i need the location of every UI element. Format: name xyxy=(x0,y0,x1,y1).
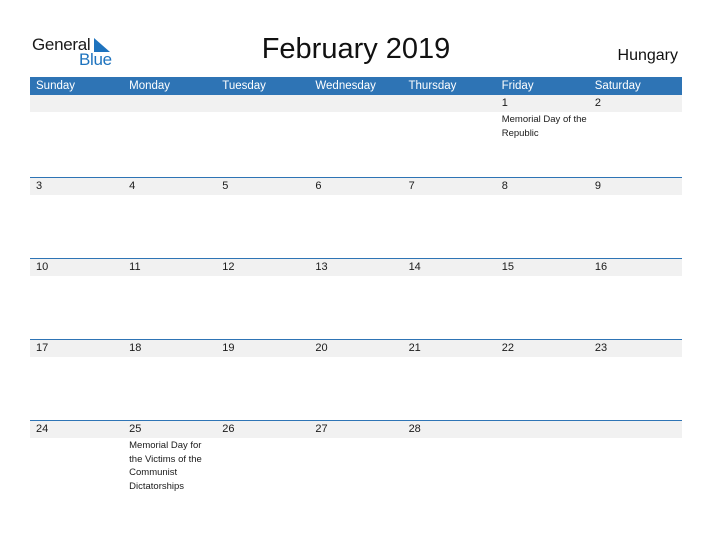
day-cell: 20 xyxy=(309,340,402,420)
day-cell: 4 xyxy=(123,178,216,258)
day-cell: 24 xyxy=(30,421,123,501)
day-cell: 5 xyxy=(216,178,309,258)
day-number: 24 xyxy=(36,423,49,435)
day-number: 4 xyxy=(129,180,136,192)
day-number: 20 xyxy=(315,342,328,354)
day-number: 22 xyxy=(501,342,514,354)
day-number: 23 xyxy=(594,342,608,354)
day-number: 14 xyxy=(408,261,421,273)
day-number: 26 xyxy=(222,423,235,435)
day-cell: 27 xyxy=(309,421,402,501)
calendar-title: February 2019 xyxy=(261,33,451,65)
weekday-sunday: Sunday xyxy=(36,80,76,92)
day-cell xyxy=(403,95,496,175)
day-cell: 22 xyxy=(496,340,589,420)
day-cell: 7 xyxy=(403,178,496,258)
weekday-saturday: Saturday xyxy=(594,80,641,92)
day-number: 12 xyxy=(222,261,235,273)
holiday-event: Memorial Day of the Republic xyxy=(501,114,587,139)
day-cell: 14 xyxy=(403,259,496,339)
day-number: 15 xyxy=(501,261,514,273)
day-cell: 15 xyxy=(496,259,589,339)
day-cell: 16 xyxy=(589,259,682,339)
weekday-header: Sunday Monday Tuesday Wednesday Thursday… xyxy=(30,77,682,95)
day-cell: 8 xyxy=(496,178,589,258)
day-number: 6 xyxy=(315,180,322,192)
week-row: 3 4 5 6 7 8 9 xyxy=(30,177,682,259)
country-label: Hungary xyxy=(617,47,678,64)
day-cell xyxy=(123,95,216,175)
day-cell xyxy=(309,95,402,175)
day-cell: 12 xyxy=(216,259,309,339)
day-cell: 6 xyxy=(309,178,402,258)
weekday-monday: Monday xyxy=(129,80,171,92)
weekday-thursday: Thursday xyxy=(408,80,457,92)
day-number: 19 xyxy=(222,342,235,354)
day-number: 9 xyxy=(594,180,601,192)
week-row: 17 18 19 20 21 22 23 xyxy=(30,339,682,421)
day-number: 17 xyxy=(36,342,49,354)
day-cell: 9 xyxy=(589,178,682,258)
day-cell: 11 xyxy=(123,259,216,339)
day-cell: 23 xyxy=(589,340,682,420)
day-number: 21 xyxy=(408,342,421,354)
day-cell: 17 xyxy=(30,340,123,420)
day-number: 11 xyxy=(129,261,141,273)
day-number: 28 xyxy=(408,423,421,435)
day-cell: 18 xyxy=(123,340,216,420)
day-cell: 21 xyxy=(403,340,496,420)
day-cell: 19 xyxy=(216,340,309,420)
day-number: 3 xyxy=(36,180,43,192)
day-cell xyxy=(30,95,123,175)
weekday-wednesday: Wednesday xyxy=(315,80,376,92)
week-row: 24 25 Memorial Day for the Victims of the … xyxy=(30,420,682,502)
day-cell: 3 xyxy=(30,178,123,258)
day-number: 16 xyxy=(594,261,608,273)
day-number: 7 xyxy=(408,180,415,192)
day-number: 13 xyxy=(315,261,328,273)
day-cell: 1 Memorial Day of the Republic xyxy=(496,95,589,175)
week-row: 10 11 12 13 14 15 16 xyxy=(30,258,682,340)
day-cell xyxy=(216,95,309,175)
day-cell: 10 xyxy=(30,259,123,339)
day-number: 27 xyxy=(315,423,328,435)
day-cell: 28 xyxy=(403,421,496,501)
week-row: 1 Memorial Day of the Republic 2 xyxy=(30,95,682,176)
day-number: 10 xyxy=(36,261,49,273)
day-cell: 25 Memorial Day for the Victims of the Co… xyxy=(123,421,216,501)
day-cell: 2 xyxy=(589,95,682,175)
day-number: 25 xyxy=(129,423,142,435)
weekday-friday: Friday xyxy=(501,80,534,92)
day-cell xyxy=(589,421,682,501)
day-cell: 13 xyxy=(309,259,402,339)
day-number: 8 xyxy=(501,180,508,192)
day-number: 5 xyxy=(222,180,229,192)
day-cell xyxy=(496,421,589,501)
holiday-event: Memorial Day for the Victims of the Comm… xyxy=(129,440,202,492)
day-cell: 26 xyxy=(216,421,309,501)
day-number: 1 xyxy=(501,97,508,109)
day-number: 2 xyxy=(594,97,601,109)
weekday-tuesday: Tuesday xyxy=(222,80,266,92)
day-number: 18 xyxy=(129,342,142,354)
